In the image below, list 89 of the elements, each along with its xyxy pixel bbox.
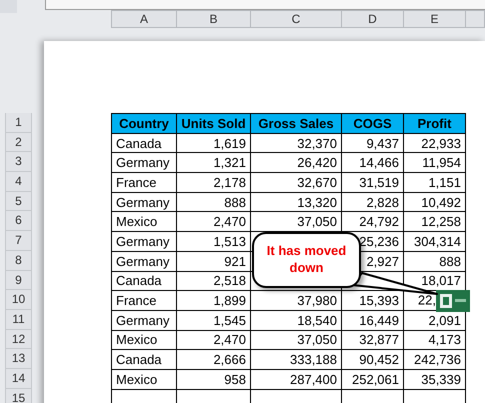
table-cell: Mexico xyxy=(116,214,158,230)
table-cell: 921 xyxy=(224,254,246,269)
column-header[interactable] xyxy=(465,10,485,28)
table-cell: 32,370 xyxy=(297,136,337,151)
table-cell: Germany xyxy=(116,194,170,210)
table-cell: 304,314 xyxy=(414,234,461,249)
table-cell: Germany xyxy=(116,155,170,170)
table-cell: 1,619 xyxy=(213,136,246,151)
column-heading: Units Sold xyxy=(176,114,250,134)
table-cell: 12,258 xyxy=(421,214,461,230)
table-cell: 2,828 xyxy=(366,194,399,210)
table-cell: 1,151 xyxy=(428,174,461,190)
table-cell: 333,188 xyxy=(290,352,337,368)
row-header[interactable]: 2 xyxy=(5,132,32,152)
row-header[interactable]: 14 xyxy=(5,368,32,389)
row-header[interactable]: 11 xyxy=(5,310,32,330)
table-cell: 90,452 xyxy=(359,352,399,368)
table-cell: 242,736 xyxy=(414,352,461,368)
table-cell: 9,437 xyxy=(366,136,399,151)
table-cell: 26,420 xyxy=(297,155,337,170)
table-cell: Mexico xyxy=(116,372,158,387)
table-cell: 18,017 xyxy=(421,273,461,288)
table-cell: Canada xyxy=(116,273,162,288)
row-header[interactable]: 12 xyxy=(5,330,32,350)
table-cell: 2,470 xyxy=(213,332,246,348)
table-cell: France xyxy=(116,293,156,308)
row-header[interactable]: 4 xyxy=(5,172,32,192)
table-cell: 25,236 xyxy=(359,234,399,249)
table-cell: 2,518 xyxy=(213,273,246,288)
table-cell: 37,980 xyxy=(297,293,337,308)
table-cell: Germany xyxy=(116,254,170,269)
table-cell: 24,792 xyxy=(359,214,399,230)
table-cell: 287,400 xyxy=(290,372,337,387)
table-cell: 2,091 xyxy=(428,312,461,328)
table-cell: 37,050 xyxy=(297,214,337,230)
table-cell: 31,519 xyxy=(359,174,399,190)
column-heading: Profit xyxy=(404,114,466,134)
table-cell: 4,173 xyxy=(428,332,461,348)
table-cell: 252,061 xyxy=(352,372,399,387)
table-cell: 1,545 xyxy=(213,312,246,328)
table-cell: 14,466 xyxy=(359,155,399,170)
table-cell: 18,540 xyxy=(297,312,337,328)
table-cell: 1,899 xyxy=(213,293,246,308)
row-header[interactable]: 10 xyxy=(5,290,32,310)
column-header[interactable]: C xyxy=(250,10,341,28)
column-heading: COGS xyxy=(342,114,404,134)
row-header[interactable]: 7 xyxy=(5,231,32,251)
table-cell: 13,320 xyxy=(297,194,337,210)
row-header[interactable]: 8 xyxy=(5,250,32,270)
table-cell: 958 xyxy=(224,372,246,387)
table-cell: Canada xyxy=(116,352,162,368)
table-cell: 15,393 xyxy=(359,293,399,308)
table-cell: Germany xyxy=(116,312,170,328)
table-cell: 888 xyxy=(439,254,461,269)
table-cell: 2,927 xyxy=(366,254,399,269)
table-cell: 32,670 xyxy=(297,174,337,190)
table-cell: 32,877 xyxy=(359,332,399,348)
row-header[interactable]: 5 xyxy=(5,192,32,212)
table-cell: 2,470 xyxy=(213,214,246,230)
spreadsheet-icon[interactable] xyxy=(436,290,470,312)
table-cell: Canada xyxy=(116,136,162,151)
column-header[interactable]: A xyxy=(111,10,176,28)
row-header[interactable]: 13 xyxy=(5,349,32,369)
table-cell: 11,954 xyxy=(422,155,461,170)
table-cell: 2,666 xyxy=(213,352,246,368)
row-header[interactable]: 9 xyxy=(5,270,32,290)
table-cell: Germany xyxy=(116,234,170,249)
row-header[interactable]: 6 xyxy=(5,211,32,232)
column-heading: Gross Sales xyxy=(250,114,342,134)
table-cell: 37,050 xyxy=(297,332,337,348)
table-cell: 2,178 xyxy=(213,174,246,190)
table-cell: France xyxy=(116,174,156,190)
table-cell: 35,339 xyxy=(421,372,461,387)
row-header[interactable]: 3 xyxy=(5,152,32,172)
column-header[interactable]: E xyxy=(403,10,465,28)
column-header[interactable]: B xyxy=(176,10,250,28)
table-cell: 888 xyxy=(224,194,246,210)
column-header[interactable]: D xyxy=(341,10,403,28)
table-cell: 1,513 xyxy=(213,234,246,249)
row-header[interactable]: 1 xyxy=(5,113,32,133)
table-cell: 16,449 xyxy=(359,312,399,328)
callout: It has moved down xyxy=(252,232,361,288)
row-header[interactable]: 15 xyxy=(5,388,32,403)
table-cell: 10,492 xyxy=(421,194,461,210)
table-cell: 1,321 xyxy=(213,155,246,170)
column-heading: Country xyxy=(112,114,176,134)
table-cell: Mexico xyxy=(116,332,158,348)
table-cell: 22,933 xyxy=(421,136,461,151)
table-cell: 22, xyxy=(418,292,436,307)
